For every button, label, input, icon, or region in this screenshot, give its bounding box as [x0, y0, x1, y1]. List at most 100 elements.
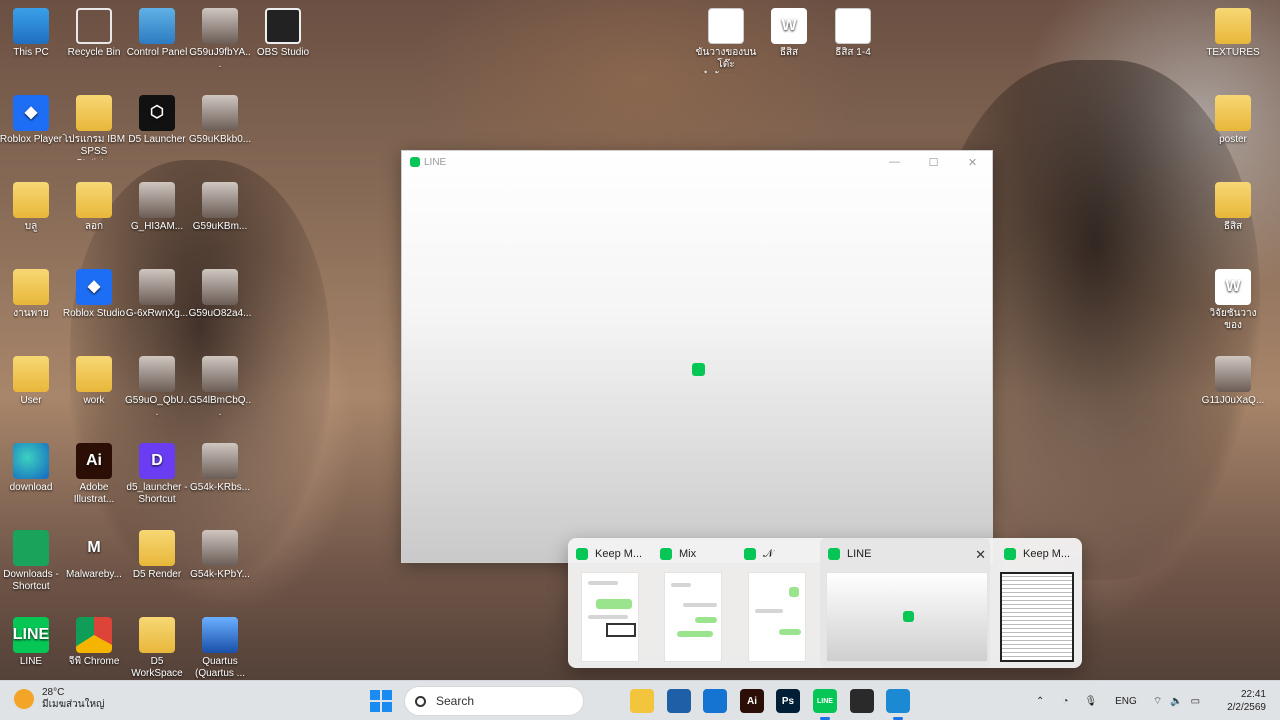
desktop-icon-label: G59uKBm... — [192, 221, 248, 232]
desktop-icon[interactable]: download — [0, 443, 63, 494]
desktop-icon[interactable]: Dd5_launcher - Shortcut — [125, 443, 189, 506]
folder-icon — [139, 617, 175, 653]
desktop-icon-label: TEXTURES — [1206, 47, 1260, 58]
preview-thumb-keep-memo-2[interactable]: Keep M... — [996, 538, 1082, 668]
folder-icon — [1215, 182, 1251, 218]
desktop-icon-label: poster — [1219, 134, 1247, 145]
minimize-button[interactable]: — — [875, 151, 914, 173]
taskbar-window-preview: Keep M... Mix 𝒩 LINE ✕ Keep M... — [568, 538, 1082, 668]
desktop-icon[interactable]: Downloads - Shortcut — [0, 530, 63, 593]
wifi-icon[interactable]: ⌔ — [1153, 695, 1162, 708]
desktop-icon[interactable]: OBS Studio — [251, 8, 315, 59]
desktop-icon[interactable]: G59uO_QbU... — [125, 356, 189, 419]
desktop-icon[interactable]: G_HI3AM... — [125, 182, 189, 233]
desktop-icon[interactable]: User — [0, 356, 63, 407]
desktop-icon-label: Recycle Bin — [67, 47, 121, 58]
photo-icon — [202, 8, 238, 44]
desktop-icon-label: ขั้นวางของบนโต๊ะสำนักงาน... — [695, 47, 757, 73]
search-box[interactable]: Search — [404, 686, 584, 716]
desktop-icon-label: D5 Launcher — [128, 134, 186, 145]
desktop-icon-label: D5 Render — [132, 569, 182, 580]
desktop-icon[interactable]: G59uKBm... — [188, 182, 252, 233]
clock[interactable]: 22:41 2/2/2569 — [1227, 688, 1266, 714]
photo-icon — [1215, 356, 1251, 392]
desktop-icon[interactable]: G59uJ9fbYA... — [188, 8, 252, 71]
desktop-icon[interactable]: Quartus (Quartus ... — [188, 617, 252, 680]
taskbar-app-microsoft-store[interactable] — [703, 689, 727, 713]
desktop-icon[interactable]: ◆ Roblox Studio — [62, 269, 126, 320]
desktop-icon[interactable]: G54k-KRbs... — [188, 443, 252, 494]
taskbar-app-edge[interactable] — [886, 689, 910, 720]
desktop-icon-label: Roblox Player — [0, 134, 63, 145]
close-button[interactable]: ✕ — [953, 151, 992, 173]
desktop-icon[interactable]: ธีสิส 1-4 — [821, 8, 885, 59]
battery-icon[interactable]: ▭ — [1191, 696, 1200, 707]
photo-icon — [202, 443, 238, 479]
taskbar-app-photoshop[interactable]: Ps — [776, 689, 800, 713]
desktop-icon[interactable]: G59uO82a4... — [188, 269, 252, 320]
desktop-icon[interactable]: G11J0uXaQ... — [1201, 356, 1265, 407]
taskbar-app-obs-studio[interactable] — [850, 689, 874, 713]
desktop-icon[interactable]: บลู — [0, 182, 63, 233]
photo-icon — [139, 182, 175, 218]
language-indicator[interactable]: ENG — [1115, 696, 1137, 707]
maximize-button[interactable]: ☐ — [914, 151, 953, 173]
desktop-icon-label: Adobe Illustrat... — [73, 482, 115, 505]
preview-thumb-n[interactable]: 𝒩 — [736, 538, 820, 668]
photo-icon — [139, 356, 175, 392]
taskbar-app-visual-studio[interactable] — [667, 689, 691, 713]
desktop-icon-label: Control Panel — [126, 47, 188, 58]
preview-thumb-mix[interactable]: Mix — [652, 538, 736, 668]
line-logo-icon — [744, 548, 756, 560]
desktop-icon[interactable]: TEXTURES — [1201, 8, 1265, 59]
preview-thumb-line[interactable]: LINE ✕ — [820, 538, 990, 668]
desktop-icon[interactable]: ◆ Roblox Player — [0, 95, 63, 146]
desktop-icon[interactable]: ธีสิส — [1201, 182, 1265, 233]
line-window[interactable]: LINE — ☐ ✕ — [401, 150, 993, 563]
ai-icon: Ai — [76, 443, 112, 479]
taskbar-app-adobe-illustrator[interactable]: Ai — [740, 689, 764, 713]
desktop-icon-label: Downloads - Shortcut — [3, 569, 59, 592]
taskbar-app-file-explorer[interactable] — [630, 689, 654, 713]
desktop-icon[interactable]: LINE LINE — [0, 617, 63, 668]
desktop-icon[interactable]: G-6xRwnXg... — [125, 269, 189, 320]
photo-icon — [202, 356, 238, 392]
desktop-icon[interactable]: G59uKBkb0... — [188, 95, 252, 146]
edge-icon — [13, 443, 49, 479]
preview-thumb-keep-memo-1[interactable]: Keep M... — [568, 538, 652, 668]
chevron-up-icon[interactable]: ⌃ — [1036, 696, 1044, 707]
desktop-icon[interactable]: โปรแกรม IBM SPSS Statist... — [62, 95, 126, 160]
desktop-icon[interactable]: G54lBmCbQ... — [188, 356, 252, 419]
desktop-icon[interactable]: M Malwareby... — [62, 530, 126, 581]
desktop-icon[interactable]: work — [62, 356, 126, 407]
desktop-icon[interactable]: W ธีสิส — [757, 8, 821, 59]
desktop-icon[interactable]: ขั้นวางของบนโต๊ะสำนักงาน... — [694, 8, 758, 73]
volume-icon[interactable]: 🔈 — [1170, 696, 1182, 707]
security-icon[interactable]: ◔ — [1062, 696, 1068, 707]
desktop-icon[interactable]: ลอก — [62, 182, 126, 233]
desktop-icon[interactable]: D5 WorkSpace — [125, 617, 189, 680]
desktop-icon[interactable]: G54k-KPbY... — [188, 530, 252, 581]
desktop-icon[interactable]: W วิจัยชั้นวางของ — [1201, 269, 1265, 332]
start-button[interactable] — [370, 690, 392, 712]
doc-icon — [835, 8, 871, 44]
desktop-icon-label: d5_launcher - Shortcut — [126, 482, 188, 505]
desktop-icon[interactable]: poster — [1201, 95, 1265, 146]
line-logo-icon — [828, 548, 840, 560]
desktop-icon[interactable]: This PC — [0, 8, 63, 59]
desktop-icon[interactable]: Recycle Bin — [62, 8, 126, 59]
desktop-icon[interactable]: D5 Render — [125, 530, 189, 581]
microphone-icon[interactable]: 🎙 — [1084, 696, 1097, 707]
desktop-icon[interactable]: Ai Adobe Illustrat... — [62, 443, 126, 506]
desktop-icon[interactable]: งานพาย — [0, 269, 63, 320]
preview-close-button[interactable]: ✕ — [975, 547, 986, 563]
desktop-icon[interactable]: Control Panel — [125, 8, 189, 59]
weather-sun-icon — [14, 689, 34, 709]
preview-title: Mix — [679, 548, 697, 560]
desktop-icon-label: Roblox Studio — [62, 308, 126, 319]
preview-title: Keep M... — [595, 548, 643, 560]
weather-widget[interactable]: 28°C มีเมฆส่วนใหญ่ — [14, 687, 105, 711]
desktop-icon[interactable]: ⬡ D5 Launcher — [125, 95, 189, 146]
taskbar-app-line[interactable]: LINE — [813, 689, 837, 720]
desktop-icon[interactable]: จีพี Chrome — [62, 617, 126, 668]
